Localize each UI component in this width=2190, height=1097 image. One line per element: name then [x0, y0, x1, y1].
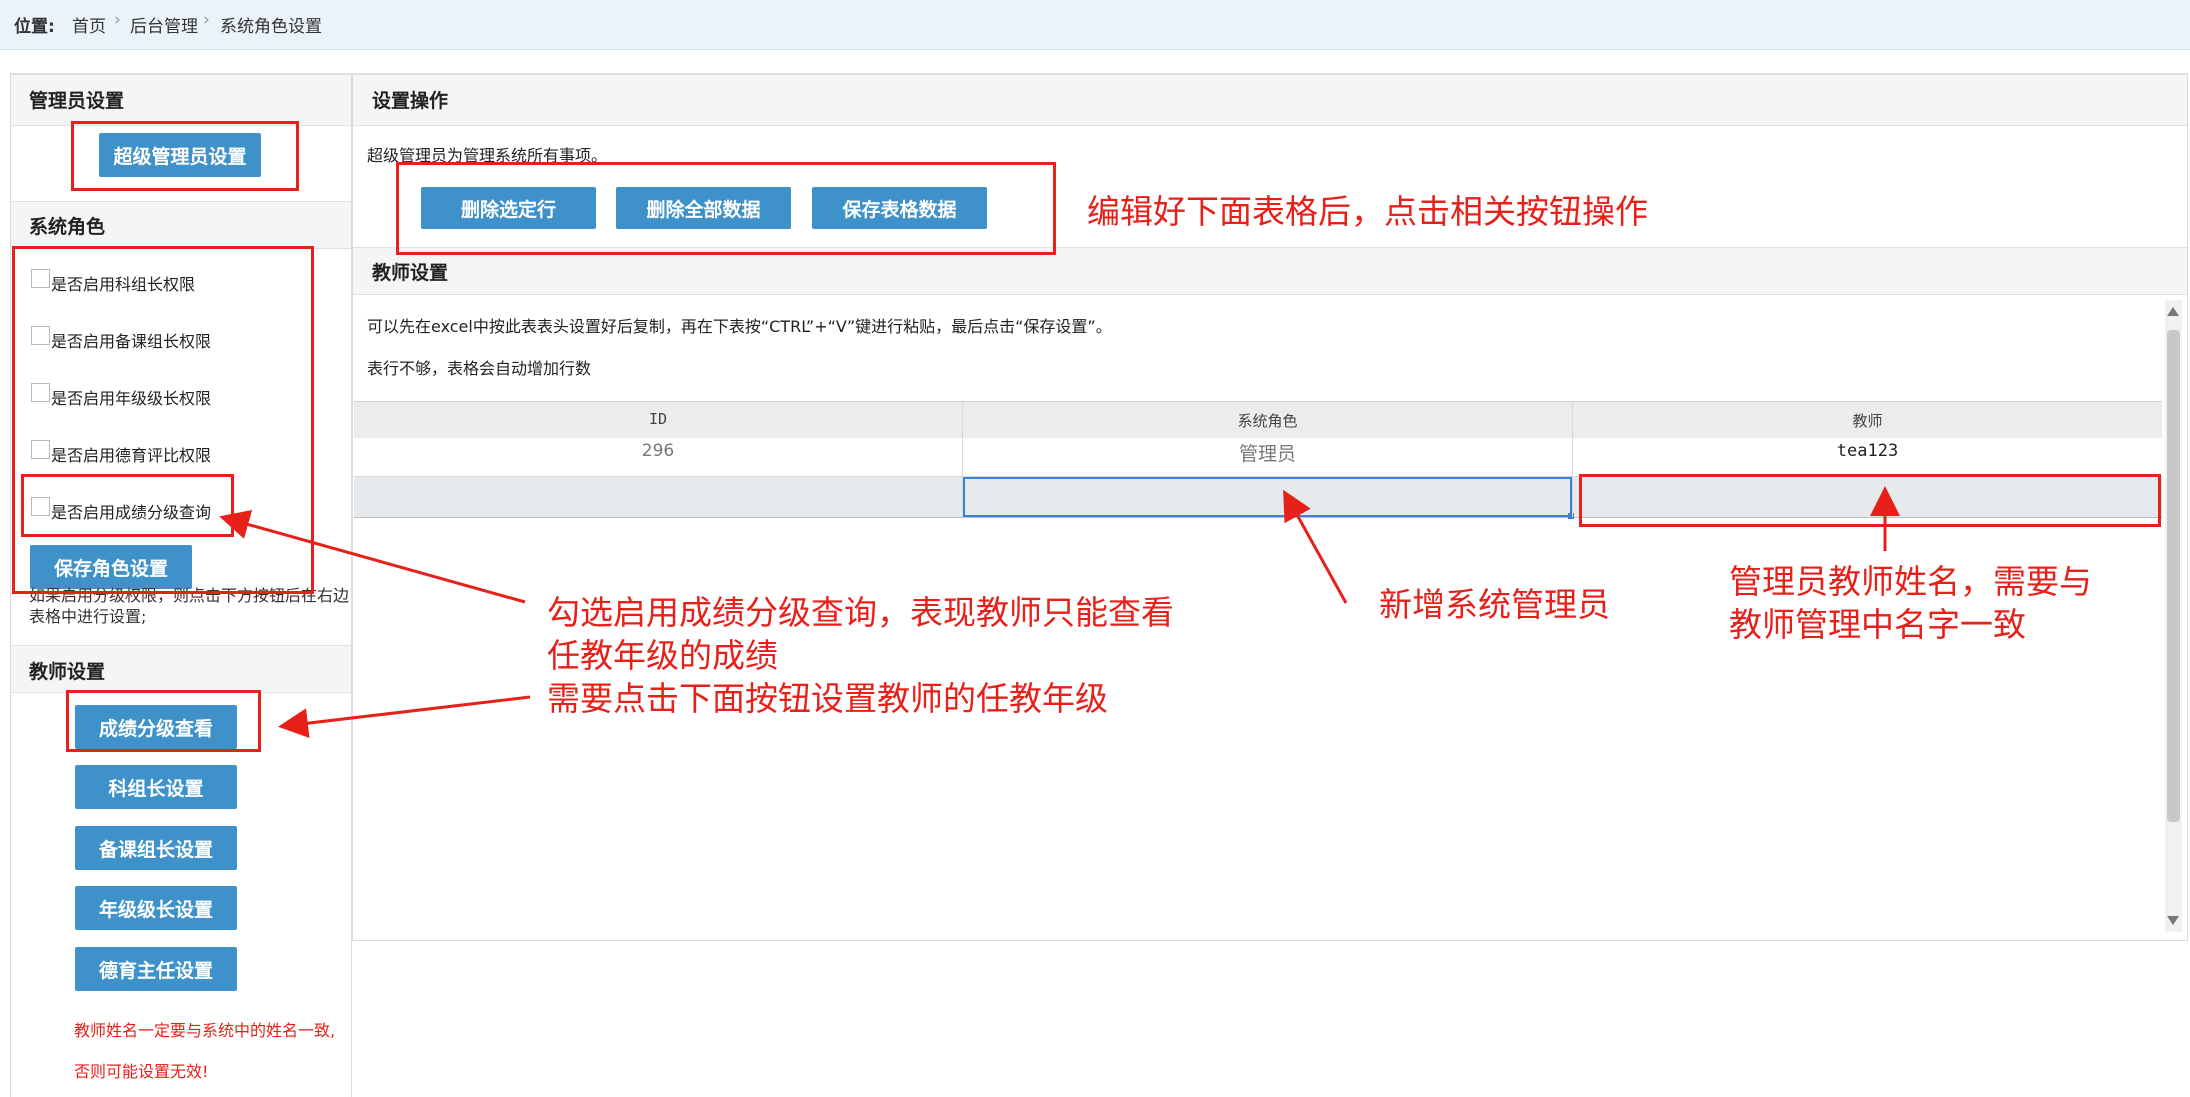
- annotation-arrows: [219, 486, 1900, 739]
- annotation-grade-line3: 需要点击下面按钮设置教师的任教年级: [547, 679, 1108, 718]
- annotation-teacher-name-line2: 教师管理中名字一致: [1729, 605, 2026, 644]
- annotation-new-admin: 新增系统管理员: [1379, 585, 1610, 624]
- annotation-grade-line2: 任教年级的成绩: [547, 636, 778, 675]
- annotation-operations: 编辑好下面表格后，点击相关按钮操作: [1087, 192, 1648, 231]
- annotation-teacher-name-line1: 管理员教师姓名，需要与: [1729, 562, 2092, 601]
- annotation-grade-line1: 勾选启用成绩分级查询，表现教师只能查看: [547, 593, 1174, 632]
